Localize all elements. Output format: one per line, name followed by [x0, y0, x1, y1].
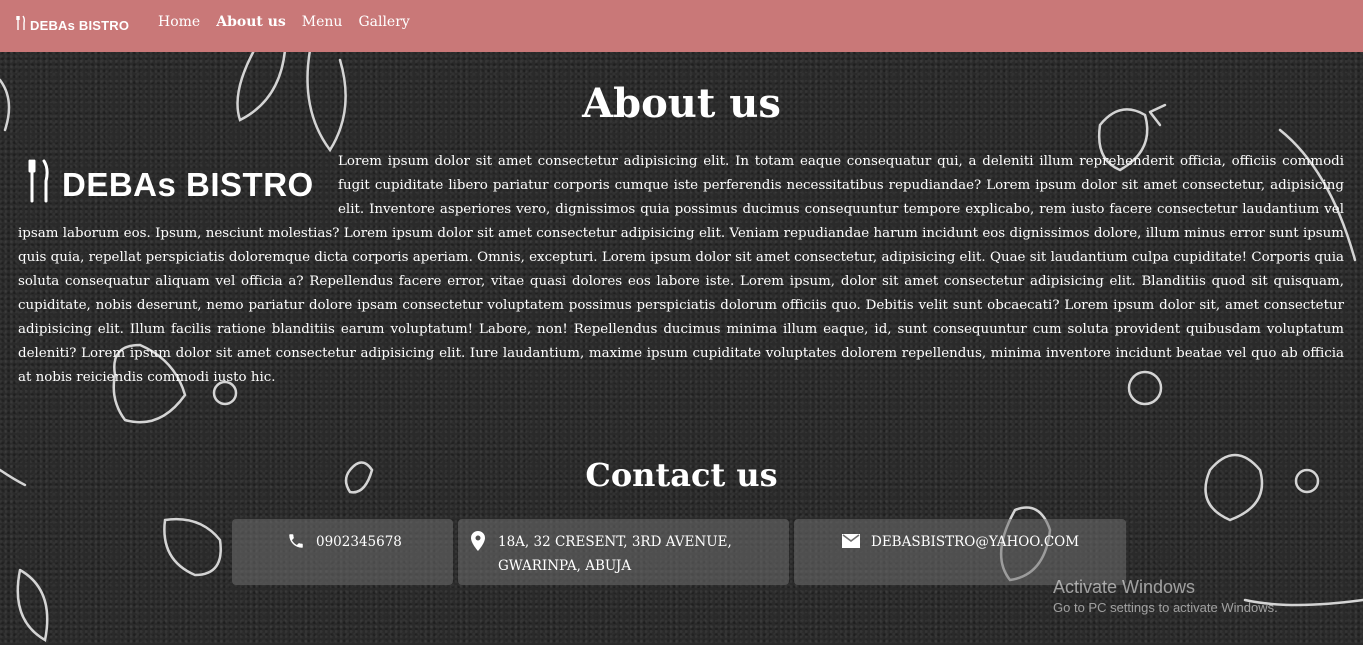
contact-address-line2: GWARINPA, ABUJA	[498, 558, 632, 574]
windows-activation-watermark: Activate Windows Go to PC settings to ac…	[1053, 577, 1278, 615]
contact-address-line1: 18A, 32 CRESENT, 3RD AVENUE,	[498, 534, 732, 550]
fork-knife-icon	[16, 15, 26, 35]
broccoli-doodle	[163, 518, 222, 577]
fork-knife-icon	[28, 159, 50, 212]
watermark-title: Activate Windows	[1053, 577, 1196, 597]
brand-name: DEBAs BISTRO	[30, 17, 130, 33]
contact-card-address: 18A, 32 CRESENT, 3RD AVENUE, GWARINPA, A…	[458, 519, 789, 585]
about-section: DEBAs BISTRO Lorem ipsum dolor sit amet …	[18, 150, 1344, 390]
envelope-icon	[841, 530, 861, 552]
nav-link-about-us[interactable]: About us	[216, 14, 286, 30]
about-logo-text: DEBAs BISTRO	[62, 166, 314, 203]
navbar: DEBAs BISTRO Home About us Menu Gallery	[0, 0, 1363, 52]
about-logo: DEBAs BISTRO	[28, 150, 328, 220]
map-pin-icon	[468, 530, 488, 552]
nav-link-gallery[interactable]: Gallery	[358, 14, 409, 30]
nav-links: Home About us Menu Gallery	[158, 14, 410, 30]
contact-card-email: DEBASBISTRO@YAHOO.COM	[794, 519, 1126, 585]
brand-logo[interactable]: DEBAs BISTRO	[16, 15, 129, 35]
contact-email[interactable]: DEBASBISTRO@YAHOO.COM	[871, 530, 1079, 574]
leaf-doodle	[16, 568, 49, 642]
nav-link-menu[interactable]: Menu	[302, 14, 343, 30]
contact-heading: Contact us	[585, 456, 778, 494]
about-heading: About us	[582, 80, 781, 127]
watermark-subtitle: Go to PC settings to activate Windows.	[1053, 600, 1278, 615]
phone-icon	[286, 530, 306, 552]
nav-link-home[interactable]: Home	[158, 14, 200, 30]
contact-card-phone: 0902345678	[232, 519, 453, 585]
contact-address: 18A, 32 CRESENT, 3RD AVENUE, GWARINPA, A…	[498, 530, 732, 574]
contact-phone[interactable]: 0902345678	[316, 530, 402, 574]
